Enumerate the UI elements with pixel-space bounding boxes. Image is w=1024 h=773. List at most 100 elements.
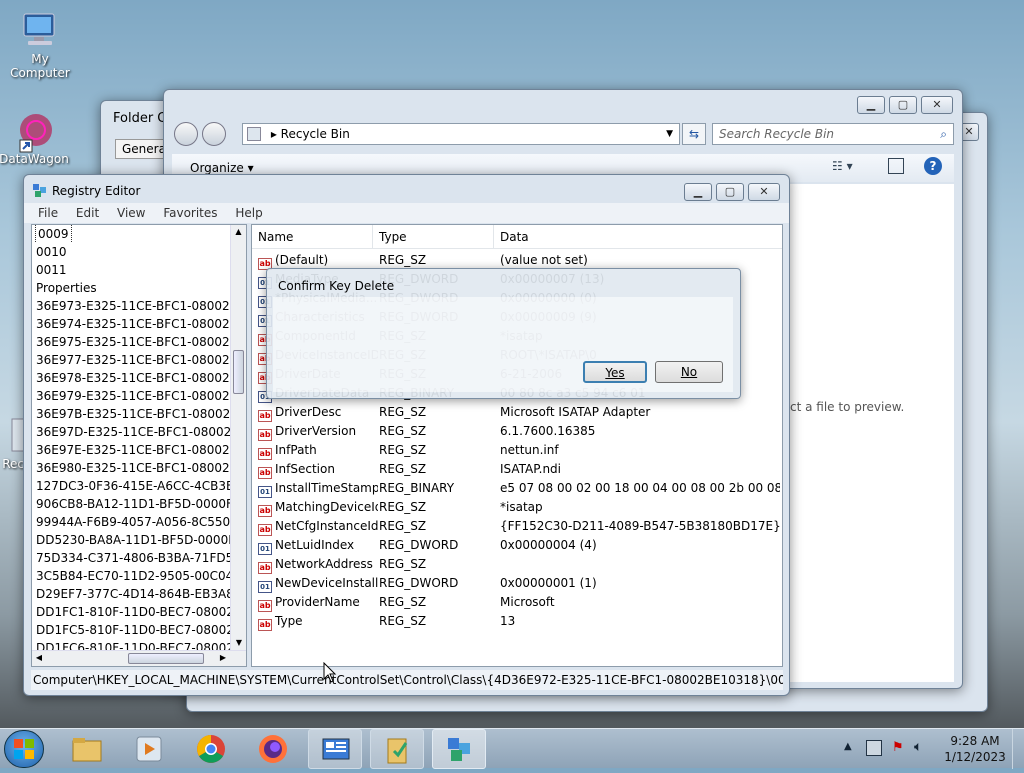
column-header-data[interactable]: Data xyxy=(494,225,782,249)
show-hidden-icons[interactable]: ▲ xyxy=(844,741,852,752)
value-type: REG_SZ xyxy=(379,595,427,609)
tree-item[interactable]: 99944A-F6B9-4057-A056-8C55022854 xyxy=(32,513,232,531)
tree-item[interactable]: 0011 xyxy=(32,261,232,279)
desktop-icon-datawagon[interactable]: DataWagon xyxy=(0,110,74,166)
tree-item[interactable]: 36E974-E325-11CE-BFC1-08002BE103 xyxy=(32,315,232,333)
menu-view[interactable]: View xyxy=(117,206,145,220)
tree-item[interactable]: DD5230-BA8A-11D1-BF5D-0000F805F xyxy=(32,531,232,549)
scroll-left-icon[interactable]: ◀ xyxy=(32,651,46,665)
taskbar-control-panel[interactable] xyxy=(308,729,362,769)
tree-item[interactable]: 36E975-E325-11CE-BFC1-08002BE103 xyxy=(32,333,232,351)
value-row[interactable]: ab NetCfgInstanceId REG_SZ {FF152C30-D211-4… xyxy=(252,517,782,536)
value-row[interactable]: ab DriverVersion REG_SZ 6.1.7600.16385 xyxy=(252,422,782,441)
taskbar-firefox[interactable] xyxy=(246,729,300,769)
value-name: InstallTimeStamp xyxy=(275,481,378,495)
tree-item[interactable]: 36E97E-E325-11CE-BFC1-08002BE103 xyxy=(32,441,232,459)
chrome-icon xyxy=(197,735,225,763)
maximize-button[interactable]: ▢ xyxy=(889,96,917,114)
value-type: REG_DWORD xyxy=(379,538,459,552)
desktop-icon-my-computer[interactable]: My Computer xyxy=(0,10,80,80)
clock[interactable]: 9:28 AM 1/12/2023 xyxy=(940,733,1010,765)
minimize-button[interactable]: ▁ xyxy=(684,183,712,201)
search-input[interactable]: Search Recycle Bin ⌕ xyxy=(712,123,954,145)
tree-item[interactable]: 36E973-E325-11CE-BFC1-08002BE103 xyxy=(32,297,232,315)
search-icon[interactable]: ⌕ xyxy=(940,124,947,144)
scroll-thumb[interactable] xyxy=(233,350,244,394)
forward-button[interactable] xyxy=(202,122,226,146)
tree-item[interactable]: 36E980-E325-11CE-BFC1-08002BE103 xyxy=(32,459,232,477)
value-row[interactable]: ab DriverDesc REG_SZ Microsoft ISATAP Adapt… xyxy=(252,403,782,422)
column-header-type[interactable]: Type xyxy=(373,225,494,249)
tree-item[interactable]: 36E978-E325-11CE-BFC1-08002BE103 xyxy=(32,369,232,387)
tree-item[interactable]: D29EF7-377C-4D14-864B-EB3A85769 xyxy=(32,585,232,603)
tree-item[interactable]: 36E977-E325-11CE-BFC1-08002BE103 xyxy=(32,351,232,369)
minimize-button[interactable]: ▁ xyxy=(857,96,885,114)
taskbar-folder-options[interactable] xyxy=(370,729,424,769)
values-header: Name Type Data xyxy=(252,225,782,249)
refresh-button[interactable]: ⇆ xyxy=(682,123,706,145)
tree-vertical-scrollbar[interactable]: ▲ ▼ xyxy=(230,225,246,650)
regedit-app-icon xyxy=(32,183,48,199)
yes-button[interactable]: Yes xyxy=(583,361,647,383)
value-row[interactable]: ab ProviderName REG_SZ Microsoft xyxy=(252,593,782,612)
show-desktop-button[interactable] xyxy=(1012,729,1024,769)
volume-icon[interactable]: 🔈︎ xyxy=(914,739,922,755)
scroll-down-icon[interactable]: ▼ xyxy=(231,636,246,650)
menu-help[interactable]: Help xyxy=(235,206,262,220)
tree-horizontal-scrollbar[interactable]: ◀ ▶ xyxy=(32,650,246,666)
tree-item[interactable]: 0010 xyxy=(32,243,232,261)
value-data: nettun.inf xyxy=(500,443,559,457)
status-bar: Computer\HKEY_LOCAL_MACHINE\SYSTEM\Curre… xyxy=(31,670,783,690)
tree-item[interactable]: 0009 xyxy=(32,225,232,243)
chevron-down-icon[interactable]: ▼ xyxy=(666,124,673,144)
view-options-icon[interactable]: ☷ ▾ xyxy=(832,159,853,173)
maximize-button[interactable]: ▢ xyxy=(716,183,744,201)
taskbar-chrome[interactable] xyxy=(184,729,238,769)
value-row[interactable]: ab Type REG_SZ 13 xyxy=(252,612,782,631)
string-value-icon: ab xyxy=(258,524,272,536)
value-name: InfPath xyxy=(275,443,317,457)
close-button[interactable]: ✕ xyxy=(921,96,953,114)
action-center-icon[interactable]: ⚑ xyxy=(892,740,906,756)
taskbar-media-player[interactable] xyxy=(122,729,176,769)
scroll-right-icon[interactable]: ▶ xyxy=(216,651,230,665)
value-row[interactable]: 01 NetLuidIndex REG_DWORD 0x00000004 (4) xyxy=(252,536,782,555)
tree-item[interactable]: DD1FC1-810F-11D0-BEC7-08002BE20 xyxy=(32,603,232,621)
tree-item[interactable]: Properties xyxy=(32,279,232,297)
back-button[interactable] xyxy=(174,122,198,146)
menu-favorites[interactable]: Favorites xyxy=(163,206,217,220)
network-icon[interactable] xyxy=(866,740,882,756)
datawagon-label: DataWagon xyxy=(0,152,69,166)
column-header-name[interactable]: Name xyxy=(252,225,373,249)
tree-item[interactable]: 906CB8-BA12-11D1-BF5D-0000F805F xyxy=(32,495,232,513)
tree-item[interactable]: 75D334-C371-4806-B3BA-71FD53C92 xyxy=(32,549,232,567)
tree-item[interactable]: DD1FC5-810F-11D0-BEC7-08002BE20 xyxy=(32,621,232,639)
scroll-thumb-horizontal[interactable] xyxy=(128,653,204,664)
no-button[interactable]: No xyxy=(655,361,723,383)
help-icon[interactable]: ? xyxy=(924,157,942,175)
string-value-icon: ab xyxy=(258,448,272,460)
value-row[interactable]: 01 InstallTimeStamp REG_BINARY e5 07 08 00 … xyxy=(252,479,782,498)
taskbar-explorer[interactable] xyxy=(60,729,114,769)
menu-edit[interactable]: Edit xyxy=(76,206,99,220)
close-button[interactable]: ✕ xyxy=(748,183,780,201)
tree-item[interactable]: 36E979-E325-11CE-BFC1-08002BE103 xyxy=(32,387,232,405)
menu-file[interactable]: File xyxy=(38,206,58,220)
scroll-up-icon[interactable]: ▲ xyxy=(231,225,246,239)
value-row[interactable]: ab NetworkAddress REG_SZ xyxy=(252,555,782,574)
tree-item[interactable]: 36E97D-E325-11CE-BFC1-08002BE103 xyxy=(32,423,232,441)
organize-button[interactable]: Organize ▾ xyxy=(190,161,254,175)
start-button[interactable] xyxy=(4,730,44,768)
value-row[interactable]: ab InfSection REG_SZ ISATAP.ndi xyxy=(252,460,782,479)
value-row[interactable]: ab MatchingDeviceId REG_SZ *isatap xyxy=(252,498,782,517)
tree-item[interactable]: 36E97B-E325-11CE-BFC1-08002BE103 xyxy=(32,405,232,423)
address-bar[interactable]: ▸ Recycle Bin ▼ xyxy=(242,123,680,145)
value-row[interactable]: ab InfPath REG_SZ nettun.inf xyxy=(252,441,782,460)
preview-pane-icon[interactable] xyxy=(888,158,904,174)
tree-item[interactable]: 127DC3-0F36-415E-A6CC-4CB3BE910 xyxy=(32,477,232,495)
value-name: Type xyxy=(275,614,303,628)
value-row[interactable]: 01 NewDeviceInstall REG_DWORD 0x00000001 (1… xyxy=(252,574,782,593)
tree-item[interactable]: 3C5B84-EC70-11D2-9505-00C04F79DE xyxy=(32,567,232,585)
taskbar-registry-editor[interactable] xyxy=(432,729,486,769)
key-tree-pane[interactable]: 0009 0010 0011 Properties 36E973-E325-11… xyxy=(31,224,247,667)
